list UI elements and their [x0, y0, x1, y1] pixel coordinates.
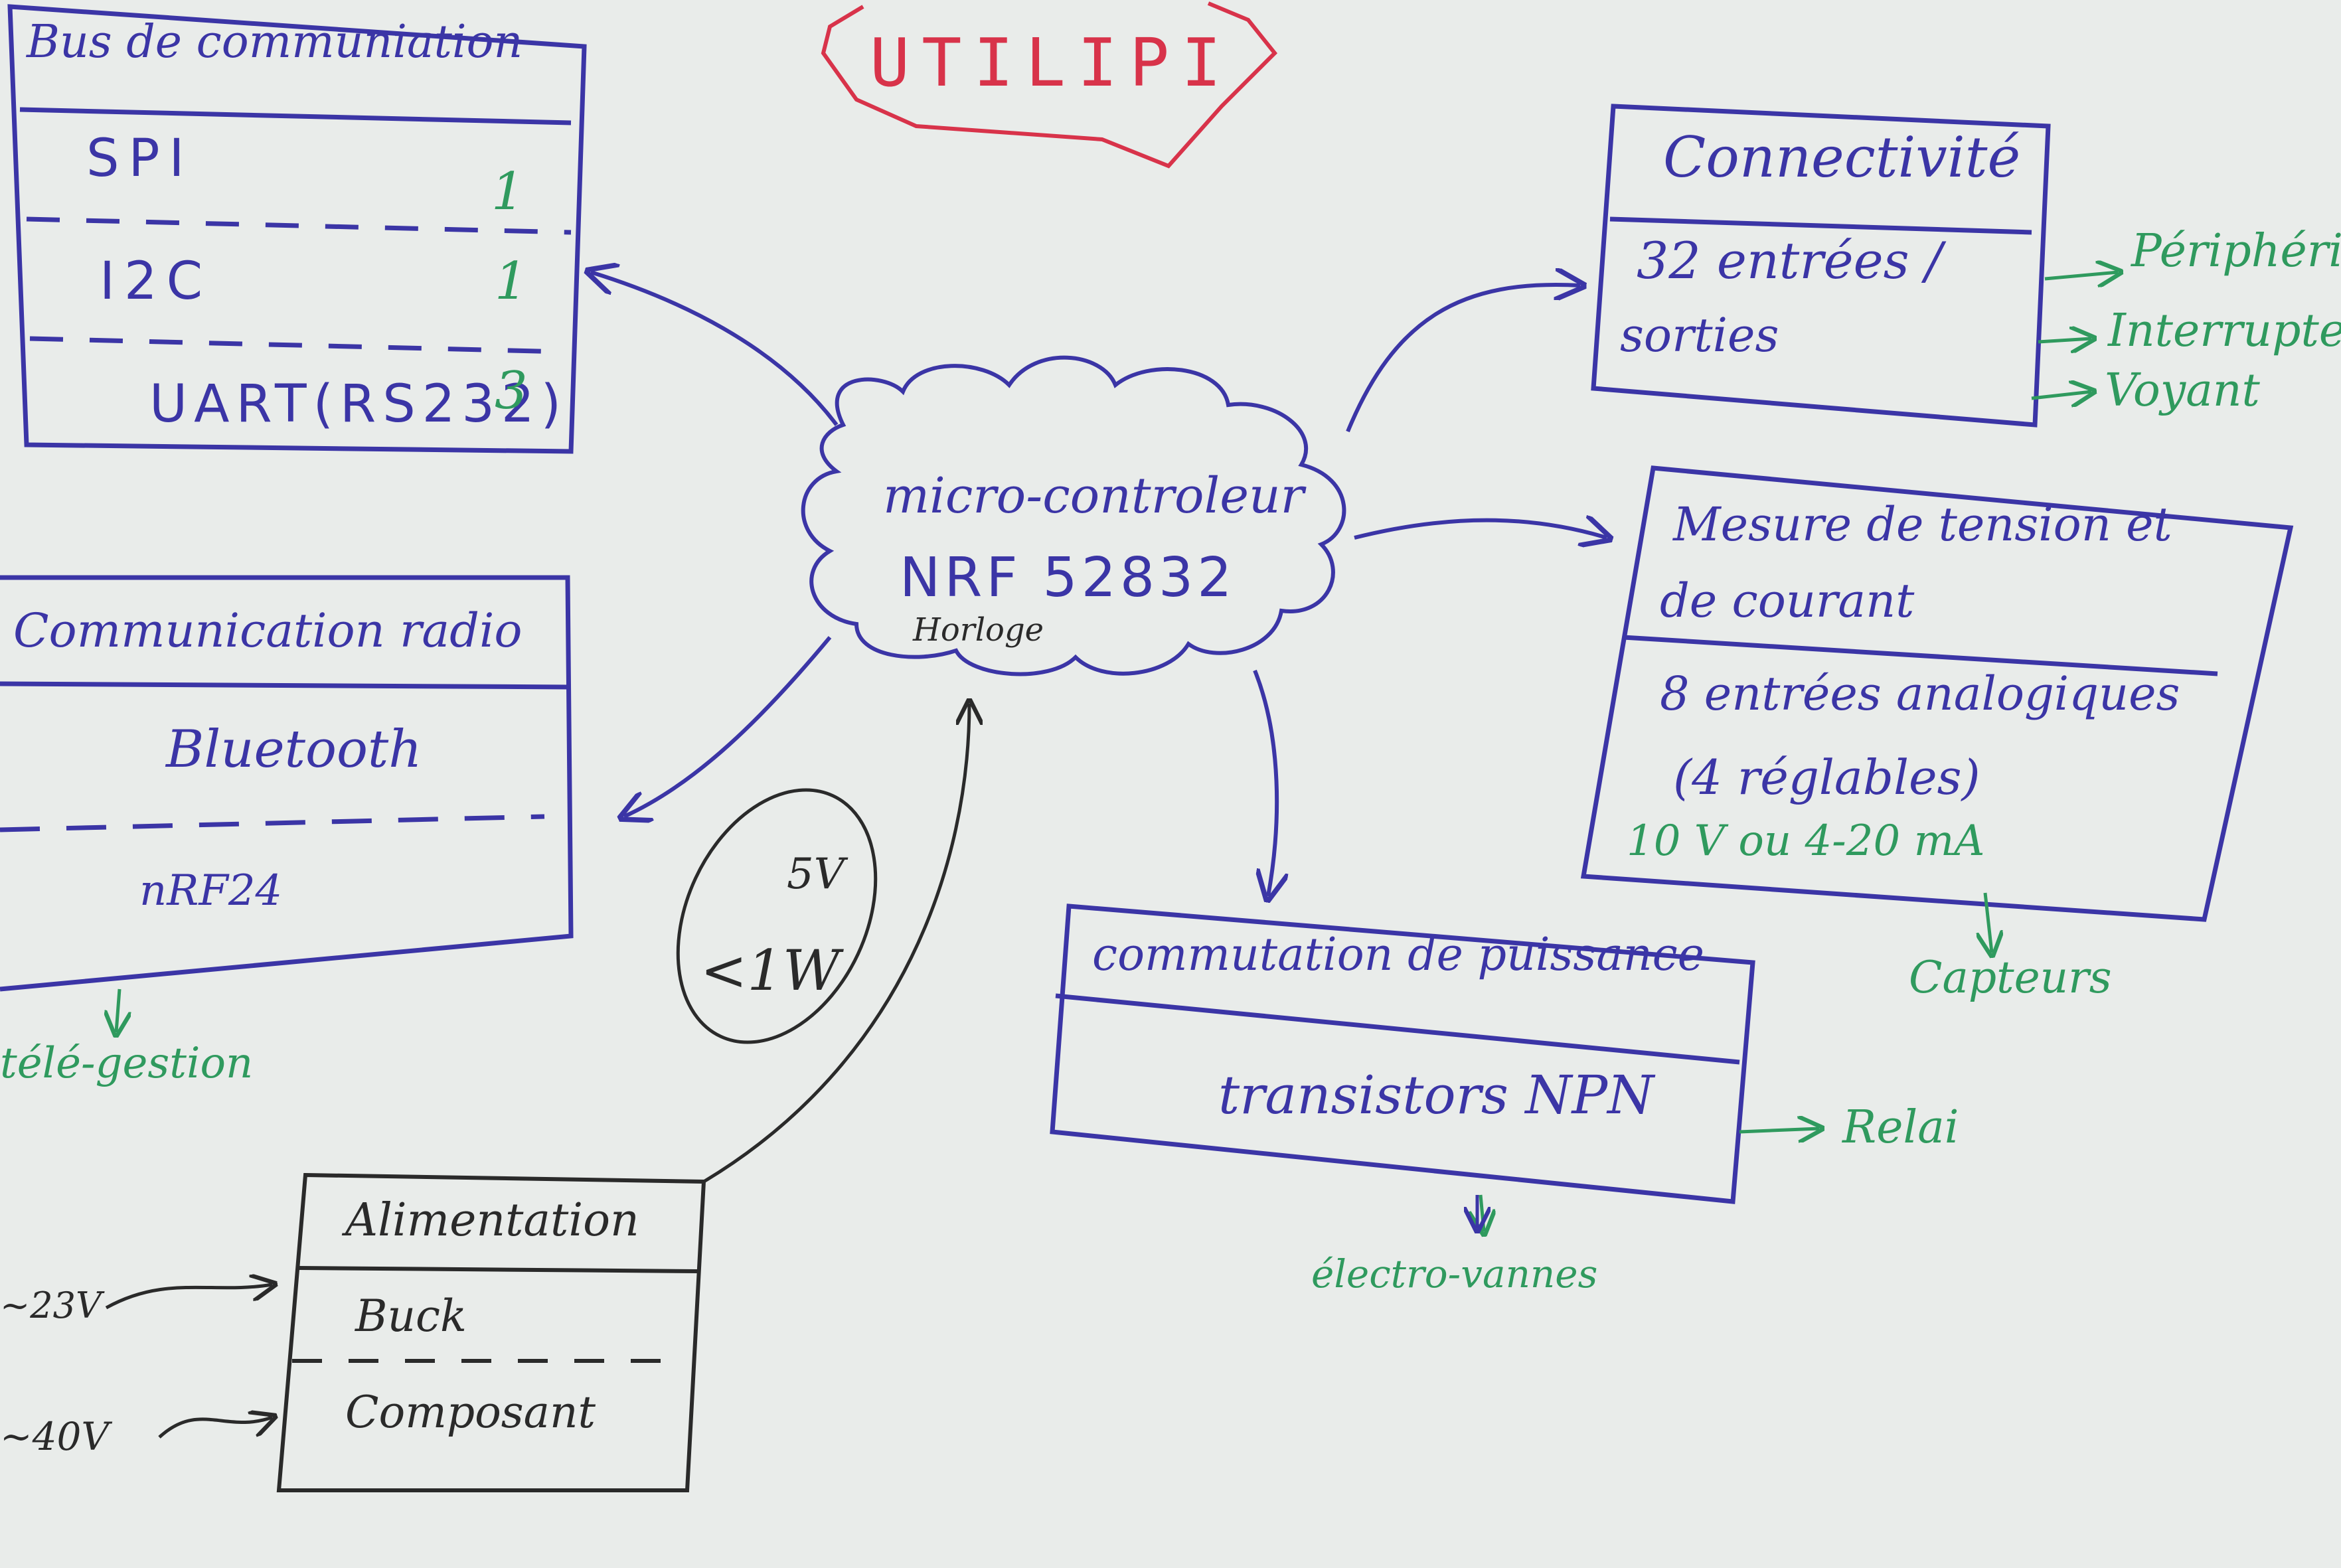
measure-output: Capteurs [1909, 952, 2112, 1003]
bus-row-i2c-label: I2C [100, 252, 212, 311]
bus-title: Bus de communiation [27, 16, 523, 68]
connectivity-title: Connectivité [1663, 125, 2021, 190]
bus-row-spi-label: SPI [86, 129, 194, 189]
arrow-to-telegestion [116, 988, 120, 1032]
arrow-input-23v [105, 1285, 272, 1310]
measure-range: 10 V ou 4-20 mA [1627, 817, 1985, 866]
power-switch-output-electrovannes: électro-vannes [1311, 1251, 1598, 1296]
arrow-to-capteurs [1985, 892, 1992, 953]
connectivity-output-voyant: Voyant [2105, 364, 2260, 417]
page-title: UTILIPI [870, 24, 1234, 102]
connectivity-output-peripheri: Périphéri [2131, 225, 2341, 277]
measure-title-2: de courant [1660, 574, 1915, 628]
measure-body-1: 8 entrées analogiques [1660, 666, 2180, 721]
supply-note-ellipse [676, 788, 878, 1044]
arrow-to-relai [1739, 1129, 1819, 1132]
supply-note-voltage: 5V [787, 850, 845, 899]
arrow-to-voyant [2031, 392, 2091, 398]
power-switch-title: commutation de puissance [1092, 929, 1704, 981]
measure-body-2: (4 réglables) [1673, 749, 1980, 805]
arrow-to-electrovannes [1481, 1194, 1484, 1231]
connectivity-body-1: 32 entrées / [1637, 231, 1943, 290]
bus-row-spi-count: 1 [491, 162, 525, 222]
arrow-to-bus [591, 272, 839, 426]
center-line-3: Horloge [913, 611, 1044, 649]
arrow-to-connectivity [1346, 285, 1580, 433]
radio-item-bluetooth: Bluetooth [166, 720, 422, 779]
radio-title: Communication radio [13, 603, 523, 658]
supply-row-buck: Buck [355, 1291, 467, 1342]
arrow-to-power [1253, 669, 1277, 896]
connectivity-output-interrupteur: Interrupte [2108, 305, 2341, 357]
supply-title: Alimentation [345, 1194, 639, 1247]
arrow-to-measure [1354, 520, 1607, 538]
measure-title-1: Mesure de tension et [1673, 497, 2172, 552]
bus-row-i2c-count: 1 [495, 252, 528, 311]
center-line-2: NRF 52832 [900, 546, 1236, 609]
power-switch-output-relai: Relai [1842, 1101, 1959, 1154]
power-switch-body: transistors NPN [1218, 1064, 1655, 1126]
arrow-to-peripheri [2044, 272, 2118, 279]
supply-input-23v: ~23V [0, 1285, 102, 1326]
connectivity-body-2: sorties [1620, 308, 1779, 362]
supply-note-power: <1W [700, 938, 841, 1003]
diagram-canvas [0, 1, 2294, 1492]
center-line-1: micro-controleur [883, 467, 1305, 524]
radio-item-nrf24: nRF24 [139, 866, 283, 915]
bus-row-uart-count: 3 [495, 361, 528, 421]
arrow-to-interrupteur [2038, 339, 2091, 342]
supply-input-40v: ~40V [0, 1414, 110, 1459]
arrow-input-40v [158, 1417, 272, 1439]
supply-row-composant: Composant [345, 1387, 596, 1438]
radio-output: télé-gestion [0, 1039, 254, 1088]
